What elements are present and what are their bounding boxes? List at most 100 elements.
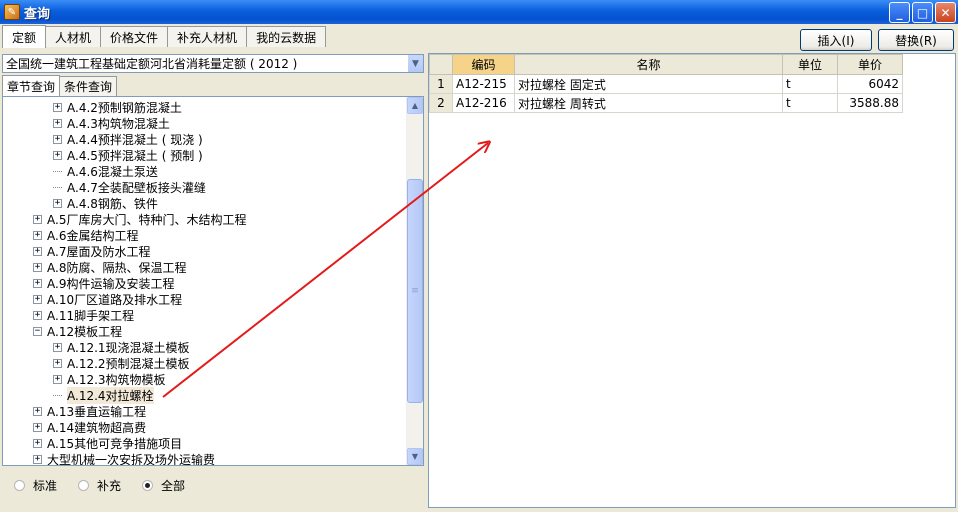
table-row[interactable]: 1 A12-215 对拉螺栓 固定式 t 6042 — [429, 74, 903, 94]
tree-node[interactable]: + A.12.2预制混凝土模板 — [53, 355, 190, 371]
tree-node-label: A.14建筑物超高费 — [47, 420, 147, 435]
tree-node[interactable]: + A.15其他可竞争措施项目 — [33, 435, 182, 451]
tree-node-label: A.12.4对拉螺栓 — [67, 386, 154, 404]
tree-node[interactable]: + A.5厂库房大门、特种门、木结构工程 — [33, 211, 246, 227]
tree-node[interactable]: + A.9构件运输及安装工程 — [33, 275, 174, 291]
minimize-icon[interactable]: _ — [889, 2, 910, 23]
expand-icon[interactable]: + — [53, 134, 62, 144]
tree-node[interactable]: + A.12.3构筑物模板 — [53, 371, 166, 387]
expand-icon[interactable]: + — [33, 214, 42, 224]
tree-node[interactable]: A.4.6混凝土泵送 — [53, 163, 158, 179]
expand-icon[interactable]: + — [33, 246, 42, 256]
scroll-down-icon[interactable]: ▼ — [407, 448, 423, 465]
cell-price: 6042 — [837, 74, 903, 94]
tree-node[interactable]: + 大型机械一次安拆及场外运输费 — [33, 451, 215, 465]
tree-line — [53, 170, 62, 172]
tab-supplementary[interactable]: 补充人材机 — [167, 26, 248, 47]
tab-quota[interactable]: 定额 — [2, 25, 47, 48]
tree-node[interactable]: + A.4.4预拌混凝土 ( 现浇 ) — [53, 131, 203, 147]
tab-chapter-search[interactable]: 章节查询 — [2, 75, 61, 96]
expand-icon[interactable]: + — [33, 406, 42, 416]
cell-name: 对拉螺栓 固定式 — [514, 74, 783, 94]
dropdown-arrow-icon[interactable]: ▼ — [407, 55, 423, 72]
row-number-header — [429, 54, 453, 75]
radio-standard[interactable]: 标准 — [14, 477, 57, 494]
tree-node[interactable]: + A.14建筑物超高费 — [33, 419, 146, 435]
tree-node[interactable]: + A.6金属结构工程 — [33, 227, 138, 243]
tab-condition-search[interactable]: 条件查询 — [59, 76, 118, 96]
tree-line — [53, 394, 62, 396]
expand-icon[interactable]: + — [33, 422, 42, 432]
expand-icon[interactable]: + — [33, 438, 42, 448]
expand-icon[interactable]: + — [33, 262, 42, 272]
tree-node[interactable]: − A.12模板工程 — [33, 323, 122, 339]
tree-node-label: A.4.2预制钢筋混凝土 — [67, 100, 182, 115]
table-row[interactable]: 2 A12-216 对拉螺栓 周转式 t 3588.88 — [429, 93, 903, 113]
tree-node[interactable]: + A.13垂直运输工程 — [33, 403, 146, 419]
expand-icon[interactable]: + — [53, 118, 62, 128]
tree-node-label: A.4.5预拌混凝土 ( 预制 ) — [67, 148, 203, 163]
maximize-icon[interactable]: □ — [912, 2, 933, 23]
cell-code: A12-216 — [452, 93, 515, 113]
expand-icon[interactable]: + — [33, 454, 42, 464]
tree-node[interactable]: + A.12.1现浇混凝土模板 — [53, 339, 190, 355]
expand-icon[interactable]: + — [33, 230, 42, 240]
tree-node[interactable]: + A.10厂区道路及排水工程 — [33, 291, 182, 307]
chapter-tree[interactable]: + A.4.2预制钢筋混凝土 + A.4.3构筑物混凝土 + A.4.4预拌混凝土 ( 现… — [2, 96, 424, 466]
expand-icon[interactable]: + — [53, 374, 62, 384]
insert-button[interactable]: 插入(I) — [800, 29, 872, 51]
collapse-icon[interactable]: − — [33, 326, 42, 336]
tree-node[interactable]: + A.4.8钢筋、铁件 — [53, 195, 158, 211]
tree-line — [53, 186, 62, 188]
tab-labor-material-machine[interactable]: 人材机 — [45, 26, 102, 47]
tree-node-label: A.12.1现浇混凝土模板 — [67, 340, 190, 355]
expand-icon[interactable]: + — [53, 198, 62, 208]
column-header-code[interactable]: 编码 — [452, 54, 515, 75]
expand-icon[interactable]: + — [53, 150, 62, 160]
column-header-price[interactable]: 单价 — [837, 54, 903, 75]
main-tabs: 定额 人材机 价格文件 补充人材机 我的云数据 — [2, 25, 327, 48]
expand-icon[interactable]: + — [33, 294, 42, 304]
tree-node-label: A.4.7全装配壁板接头灌缝 — [67, 180, 206, 195]
quota-library-value: 全国统一建筑工程基础定额河北省消耗量定额 ( 2012 ) — [6, 57, 298, 71]
scroll-up-icon[interactable]: ▲ — [407, 97, 423, 114]
tree-node[interactable]: + A.4.5预拌混凝土 ( 预制 ) — [53, 147, 203, 163]
tree-node[interactable]: A.12.4对拉螺栓 — [53, 386, 154, 404]
radio-all[interactable]: 全部 — [142, 477, 185, 494]
tree-node[interactable]: + A.8防腐、隔热、保温工程 — [33, 259, 186, 275]
column-header-name[interactable]: 名称 — [514, 54, 783, 75]
scroll-thumb[interactable]: ≡ — [407, 179, 423, 403]
tree-node[interactable]: + A.11脚手架工程 — [33, 307, 134, 323]
tree-node[interactable]: + A.4.3构筑物混凝土 — [53, 115, 170, 131]
title-bar[interactable]: ✎ 查询 _ □ ✕ — [0, 0, 958, 24]
tree-node-label: A.4.4预拌混凝土 ( 现浇 ) — [67, 132, 203, 147]
tree-node-label: A.11脚手架工程 — [47, 308, 135, 323]
tab-price-file[interactable]: 价格文件 — [100, 26, 169, 47]
tree-node-label: A.4.8钢筋、铁件 — [67, 196, 158, 211]
expand-icon[interactable]: + — [33, 278, 42, 288]
tab-my-cloud-data[interactable]: 我的云数据 — [246, 26, 327, 47]
tree-node[interactable]: + A.7屋面及防水工程 — [33, 243, 150, 259]
tree-scrollbar[interactable]: ▲ ≡ ▼ — [406, 97, 423, 465]
cell-no: 1 — [429, 74, 453, 94]
expand-icon[interactable]: + — [33, 310, 42, 320]
result-grid[interactable]: 编码 名称 单位 单价 1 A12-215 对拉螺栓 固定式 t 6042 2 A12-21… — [428, 53, 956, 508]
cell-unit: t — [782, 93, 838, 113]
tree-node-label: A.9构件运输及安装工程 — [47, 276, 175, 291]
expand-icon[interactable]: + — [53, 358, 62, 368]
radio-supplementary[interactable]: 补充 — [78, 477, 121, 494]
tree-node[interactable]: + A.4.2预制钢筋混凝土 — [53, 99, 182, 115]
close-icon[interactable]: ✕ — [935, 2, 956, 23]
tree-node-label: A.12.2预制混凝土模板 — [67, 356, 190, 371]
replace-button[interactable]: 替换(R) — [878, 29, 954, 51]
tree-node-label: A.8防腐、隔热、保温工程 — [47, 260, 187, 275]
tree-node-label: A.7屋面及防水工程 — [47, 244, 151, 259]
quota-library-select[interactable]: 全国统一建筑工程基础定额河北省消耗量定额 ( 2012 ) ▼ — [2, 54, 424, 73]
tree-node-label: A.10厂区道路及排水工程 — [47, 292, 183, 307]
tree-node-label: A.5厂库房大门、特种门、木结构工程 — [47, 212, 247, 227]
column-header-unit[interactable]: 单位 — [782, 54, 838, 75]
tree-node-label: A.13垂直运输工程 — [47, 404, 147, 419]
expand-icon[interactable]: + — [53, 342, 62, 352]
tree-node[interactable]: A.4.7全装配壁板接头灌缝 — [53, 179, 206, 195]
expand-icon[interactable]: + — [53, 102, 62, 112]
